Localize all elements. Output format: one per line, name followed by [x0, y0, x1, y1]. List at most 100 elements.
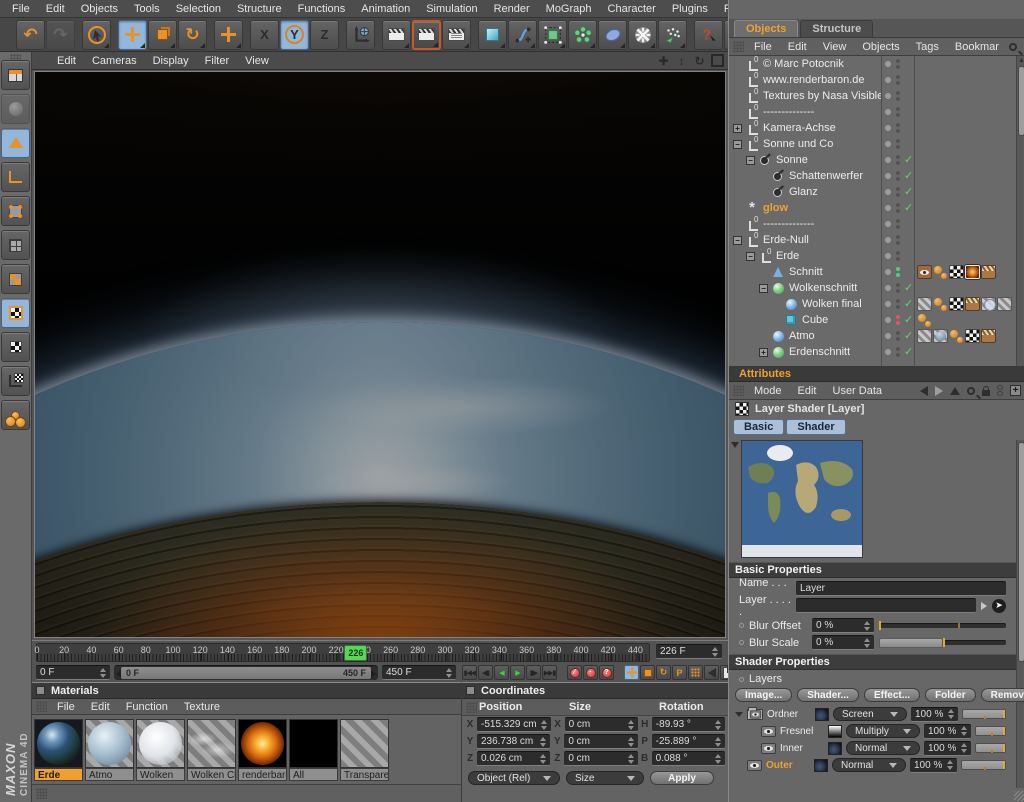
tree-row-glow[interactable]: −*glow✓: [729, 200, 1024, 216]
render-tag[interactable]: [965, 297, 980, 311]
layer-color-dot[interactable]: [885, 77, 891, 83]
visibility-dots[interactable]: [896, 187, 900, 197]
field-stepper[interactable]: [624, 737, 634, 747]
menu-file[interactable]: File: [4, 3, 38, 15]
current-frame-field[interactable]: 226 F: [656, 644, 722, 659]
key-parameter-button[interactable]: P: [672, 665, 687, 680]
viewport-menu-grip[interactable]: [36, 55, 47, 66]
expression-target-tag[interactable]: [917, 169, 932, 183]
search-icon[interactable]: [967, 387, 975, 395]
opacity-stepper[interactable]: [957, 726, 967, 736]
lock-icon[interactable]: [982, 390, 990, 396]
tree-row-schattenwerfer[interactable]: −Schattenwerfer✓: [729, 168, 1024, 184]
attributes-menu-grip[interactable]: [733, 385, 744, 396]
enabled-check-icon[interactable]: ✓: [904, 345, 913, 358]
material-transparen[interactable]: Transparen: [340, 719, 389, 781]
menu-animation[interactable]: Animation: [353, 3, 418, 15]
material-wolken-clo[interactable]: Wolken Clo: [187, 719, 236, 781]
visibility-dots[interactable]: [896, 283, 900, 293]
key-pla-button[interactable]: [688, 665, 703, 680]
visibility-eye-icon[interactable]: [747, 760, 762, 771]
blend-mode-dropdown[interactable]: Normal: [832, 758, 906, 772]
add-panel-icon[interactable]: +: [1010, 385, 1021, 396]
field-stepper[interactable]: [711, 737, 721, 747]
shader-layer-row-fresnel[interactable]: FresnelMultiply100 %: [729, 723, 1016, 739]
texture-stripe-tag[interactable]: [997, 297, 1012, 311]
tree-row-wolkenschnitt[interactable]: −Wolkenschnitt✓: [729, 280, 1024, 296]
render-tag[interactable]: [981, 265, 996, 279]
axis-mode-button[interactable]: [1, 162, 30, 192]
range-start-field[interactable]: 0 F: [36, 665, 110, 680]
enabled-check-icon[interactable]: ✓: [904, 201, 913, 214]
visibility-dots[interactable]: [896, 331, 900, 341]
blur-scale-slider[interactable]: [879, 640, 1006, 645]
blur-offset-slider[interactable]: [879, 623, 1006, 628]
enabled-check-icon[interactable]: ✓: [904, 281, 913, 294]
visibility-dots[interactable]: [896, 347, 900, 357]
menu-tools[interactable]: Tools: [126, 3, 168, 15]
material-renderbaro[interactable]: renderbaro: [238, 719, 287, 781]
shader-preview-image[interactable]: [741, 440, 863, 558]
add-cube-button[interactable]: [478, 20, 507, 50]
expression-target-tag[interactable]: [917, 153, 932, 167]
pick-object-icon[interactable]: ➤: [992, 599, 1006, 613]
rotation-field[interactable]: 0.088 °: [652, 751, 725, 766]
move-button[interactable]: [118, 20, 147, 50]
menu-simulation[interactable]: Simulation: [418, 3, 485, 15]
viewport-menu-edit[interactable]: Edit: [49, 55, 84, 67]
tree-expander-icon[interactable]: −: [733, 140, 742, 149]
attributes-titlebar[interactable]: Attributes: [729, 366, 1024, 382]
scroll-up-icon[interactable]: ▲: [1018, 56, 1024, 65]
field-stepper[interactable]: [536, 754, 546, 764]
visibility-dots[interactable]: [896, 251, 900, 261]
objects-menu-bookmar[interactable]: Bookmar: [947, 41, 1007, 53]
enabled-check-icon[interactable]: ✓: [904, 185, 913, 198]
tab-objects[interactable]: Objects: [734, 20, 798, 37]
snap-mode-button[interactable]: [1, 400, 30, 430]
menu-character[interactable]: Character: [600, 3, 664, 15]
render-settings-button[interactable]: [442, 20, 471, 50]
tree-row-cube[interactable]: −Cube✓: [729, 312, 1024, 328]
attributes-scroll-thumb[interactable]: [1018, 442, 1024, 662]
opacity-stepper[interactable]: [957, 743, 967, 753]
layer-color-dot[interactable]: [885, 301, 891, 307]
resize-grip[interactable]: [1014, 791, 1024, 801]
texture-mode-button[interactable]: [1, 298, 30, 328]
blur-scale-field[interactable]: 0 %: [812, 635, 874, 650]
add-array-button[interactable]: [568, 20, 597, 50]
field-stepper[interactable]: [711, 754, 721, 764]
tree-expander-icon[interactable]: +: [759, 348, 768, 357]
compositing-tag[interactable]: [949, 265, 964, 279]
tree-expander-icon[interactable]: +: [733, 124, 742, 133]
viewport-menu-display[interactable]: Display: [145, 55, 197, 67]
undo-button[interactable]: ↶: [16, 20, 45, 50]
layer-color-dot[interactable]: [885, 221, 891, 227]
expression-target-tag[interactable]: [917, 185, 932, 199]
visibility-dots[interactable]: [896, 219, 900, 229]
menu-objects[interactable]: Objects: [73, 3, 126, 15]
layer-color-dot[interactable]: [885, 189, 891, 195]
materials-menu-function[interactable]: Function: [118, 701, 176, 713]
materials-titlebar[interactable]: Materials: [32, 683, 461, 699]
sound-button[interactable]: [704, 665, 719, 680]
tree-row-erde-null[interactable]: −Erde-Null: [729, 232, 1024, 248]
menu-selection[interactable]: Selection: [168, 3, 229, 15]
timeline-playhead[interactable]: 226: [344, 645, 367, 661]
timeline-ruler[interactable]: 0204060801001201401601802002202402602803…: [36, 643, 650, 662]
tree-row-sonne-und-co[interactable]: −Sonne und Co: [729, 136, 1024, 152]
coordinates-window-icon[interactable]: [466, 686, 475, 695]
axis-move-button[interactable]: [214, 20, 243, 50]
preview-collapse-icon[interactable]: [731, 442, 739, 448]
shader-layer-row-inner[interactable]: InnerNormal100 %: [729, 740, 1016, 756]
y-axis-lock-button[interactable]: Y: [280, 20, 309, 50]
key-dot-icon[interactable]: [739, 640, 744, 645]
live-selection-button[interactable]: [82, 20, 111, 50]
range-right-arrow[interactable]: [371, 670, 376, 678]
attributes-scrollbar[interactable]: [1016, 440, 1024, 788]
search-icon[interactable]: [1009, 43, 1017, 51]
visibility-dots[interactable]: [896, 139, 900, 149]
blur-offset-stepper[interactable]: [860, 621, 870, 631]
materials-menu-grip[interactable]: [36, 701, 47, 712]
field-stepper[interactable]: [624, 720, 634, 730]
maximize-icon[interactable]: [711, 54, 724, 67]
